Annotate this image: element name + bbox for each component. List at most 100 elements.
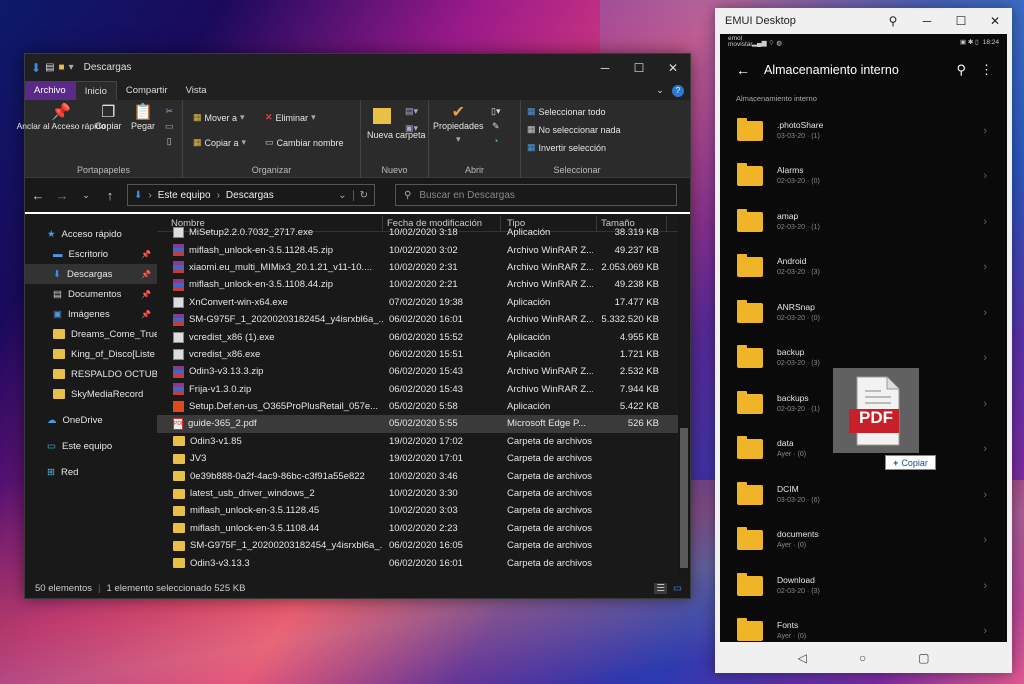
folder-list-item[interactable]: Android 02-03-20 · (3) ›: [720, 245, 1007, 291]
up-arrow-icon[interactable]: ↑: [103, 188, 117, 203]
paste-shortcut-icon[interactable]: ▯: [167, 136, 172, 147]
table-row[interactable]: miflash_unlock-en-3.5.1128.45.zip 10/02/2…: [157, 241, 690, 258]
new-folder-button[interactable]: Nueva carpeta: [367, 108, 426, 140]
recents-square-icon[interactable]: ▢: [918, 651, 929, 665]
table-row[interactable]: vcredist_x86.exe 06/02/2020 15:51 Aplicaci…: [157, 346, 690, 363]
chevron-down-icon[interactable]: ⌄: [338, 190, 346, 201]
maximize-button[interactable]: ☐: [622, 54, 656, 81]
recent-dropdown-icon[interactable]: ⌄: [79, 190, 93, 201]
path-box[interactable]: ⬇ › Este equipo › Descargas ⌄ ↻: [127, 184, 375, 206]
folder-quick-icon[interactable]: ■: [59, 62, 65, 73]
table-row[interactable]: PDF guide-365_2.pdf 05/02/2020 5:55 Microso…: [157, 415, 690, 433]
file-list: Nombre Fecha de modificación Tipo Tamaño…: [157, 216, 690, 581]
maximize-button[interactable]: ☐: [944, 8, 978, 34]
minimize-button[interactable]: ─: [910, 8, 944, 34]
select-all-button[interactable]: ▦ Seleccionar todo: [527, 106, 606, 117]
back-triangle-icon[interactable]: ◁: [798, 651, 807, 665]
tab-inicio[interactable]: Inicio: [74, 81, 117, 100]
tab-vista[interactable]: Vista: [177, 81, 216, 100]
forward-arrow-icon[interactable]: →: [55, 188, 69, 203]
nav-descargas[interactable]: ⬇ Descargas 📌: [25, 264, 157, 284]
minimize-button[interactable]: ─: [588, 54, 622, 81]
properties-button[interactable]: ✔ Propiedades ▾: [433, 105, 484, 145]
tab-archivo[interactable]: Archivo: [25, 81, 75, 100]
table-row[interactable]: Odin3-v3.13.3 06/02/2020 16:01 Carpeta de …: [157, 554, 690, 571]
copy-to-button[interactable]: ▦ Copiar a ▾: [193, 137, 246, 148]
table-row[interactable]: latest_usb_driver_windows_2 10/02/2020 3:…: [157, 485, 690, 502]
table-row[interactable]: MiSetup2.2.0.7032_2717.exe 10/02/2020 3:1…: [157, 224, 690, 241]
breadcrumb-descargas[interactable]: Descargas: [226, 190, 274, 201]
table-row[interactable]: Odin3-v3.13.3.zip 06/02/2020 15:43 Archivo…: [157, 363, 690, 380]
invert-selection-button[interactable]: ▦ Invertir selección: [527, 142, 606, 153]
nav-dreams[interactable]: Dreams_Come_True: [25, 324, 157, 344]
close-button[interactable]: ✕: [656, 54, 690, 81]
search-input[interactable]: ⚲ Buscar en Descargas: [395, 184, 677, 206]
folder-list-item[interactable]: Download 02-03-20 · (3) ›: [720, 563, 1007, 609]
nav-documentos[interactable]: ▤ Documentos 📌: [25, 284, 157, 304]
copy-path-icon[interactable]: ▭: [165, 121, 174, 132]
table-row[interactable]: XnConvert-win-x64.exe 07/02/2020 19:38 Apl…: [157, 294, 690, 311]
details-view-icon[interactable]: ☰: [654, 583, 668, 594]
easy-access-icon[interactable]: ▣▾: [405, 123, 418, 134]
table-row[interactable]: vcredist_x86 (1).exe 06/02/2020 15:52 Apli…: [157, 328, 690, 345]
folder-list-item[interactable]: documents Ayer · (0) ›: [720, 518, 1007, 564]
new-item-icon[interactable]: ▤▾: [405, 106, 418, 117]
properties-quick-icon[interactable]: ▤: [45, 62, 54, 73]
breadcrumb[interactable]: Almacenamiento interno: [720, 90, 1007, 108]
rename-button[interactable]: ▭ Cambiar nombre: [265, 137, 344, 148]
table-row[interactable]: xiaomi.eu_multi_MIMix3_20.1.21_v11-10...…: [157, 259, 690, 276]
folder-list-item[interactable]: amap 02-03-20 · (1) ›: [720, 199, 1007, 245]
move-to-button[interactable]: ▦ Mover a ▾: [193, 112, 245, 123]
table-row[interactable]: miflash_unlock-en-3.5.1108.44.zip 10/02/2…: [157, 276, 690, 293]
delete-button[interactable]: ✕ Eliminar ▾: [265, 112, 316, 123]
open-icon[interactable]: ▯▾: [491, 106, 500, 117]
back-arrow-icon[interactable]: ←: [31, 188, 45, 203]
select-none-button[interactable]: ▦ No seleccionar nada: [527, 124, 621, 135]
more-options-icon[interactable]: ⋮: [980, 62, 1007, 78]
edit-icon[interactable]: ✎: [492, 121, 500, 132]
pin-top-icon[interactable]: ⚲: [876, 8, 910, 34]
vertical-scrollbar[interactable]: [678, 216, 690, 581]
table-row[interactable]: Setup.Def.en-us_O365ProPlusRetail_057e..…: [157, 398, 690, 415]
nav-acceso-rapido[interactable]: ★ Acceso rápido: [25, 224, 157, 244]
nav-respaldo[interactable]: RESPALDO OCTUBR: [25, 364, 157, 384]
folder-list-item[interactable]: .photoShare 03-03-20 · (1) ›: [720, 108, 1007, 154]
folder-list-item[interactable]: ANRSnap 02-03-20 · (0) ›: [720, 290, 1007, 336]
history-icon[interactable]: ◔: [493, 136, 498, 146]
table-row[interactable]: JV3 19/02/2020 17:01 Carpeta de archivos: [157, 450, 690, 467]
nav-skymedia[interactable]: SkyMediaRecord: [25, 384, 157, 404]
copy-button[interactable]: ❐ Copiar: [95, 105, 122, 132]
nav-red[interactable]: ⊞ Red: [25, 462, 157, 482]
table-row[interactable]: SM-G975F_1_20200203182454_y4isrxbl6a_...…: [157, 537, 690, 554]
folder-list-item[interactable]: Alarms 02-03-20 · (0) ›: [720, 154, 1007, 200]
nav-imagenes[interactable]: ▣ Imágenes 📌: [25, 304, 157, 324]
paste-button[interactable]: 📋 Pegar: [131, 105, 155, 132]
nav-escritorio[interactable]: ▬ Escritorio 📌: [25, 244, 157, 264]
pin-button[interactable]: 📌 Anclar al Acceso rápido: [17, 105, 106, 132]
folder-list-item[interactable]: DCIM 03-03-20 · (6) ›: [720, 472, 1007, 518]
folder-list-item[interactable]: Fonts Ayer · (0) ›: [720, 609, 1007, 643]
home-circle-icon[interactable]: ○: [859, 651, 866, 665]
tab-compartir[interactable]: Compartir: [117, 81, 177, 100]
table-row[interactable]: 0e39b888-0a2f-4ac9-86bc-c3f91a55e822 10/0…: [157, 467, 690, 484]
help-icon[interactable]: ?: [672, 84, 684, 97]
cut-icon[interactable]: ✂: [165, 106, 173, 117]
large-icons-view-icon[interactable]: ▭: [673, 583, 682, 594]
table-row[interactable]: Frija-v1.3.0.zip 06/02/2020 15:43 Archivo …: [157, 381, 690, 398]
refresh-icon[interactable]: ↻: [352, 189, 374, 201]
file-name: miflash_unlock-en-3.5.1128.45.zip: [189, 244, 333, 256]
qat-dropdown-icon[interactable]: ▾: [69, 62, 74, 73]
back-arrow-icon[interactable]: ←: [736, 62, 750, 78]
table-row[interactable]: miflash_unlock-en-3.5.1108.44 10/02/2020 …: [157, 520, 690, 537]
search-icon[interactable]: ⚲: [956, 62, 966, 78]
table-row[interactable]: Odin3-v1.85 19/02/2020 17:02 Carpeta de ar…: [157, 433, 690, 450]
nav-onedrive[interactable]: ☁ OneDrive: [25, 410, 157, 430]
scrollbar-thumb[interactable]: [680, 428, 688, 568]
nav-este-equipo[interactable]: ▭ Este equipo: [25, 436, 157, 456]
breadcrumb-este-equipo[interactable]: Este equipo: [158, 190, 211, 201]
chevron-down-icon[interactable]: ⌄: [656, 85, 664, 96]
table-row[interactable]: SM-G975F_1_20200203182454_y4isrxbl6a_...…: [157, 311, 690, 328]
close-button[interactable]: ✕: [978, 8, 1012, 34]
table-row[interactable]: miflash_unlock-en-3.5.1128.45 10/02/2020 …: [157, 502, 690, 519]
nav-king[interactable]: King_of_Disco[Liste: [25, 344, 157, 364]
